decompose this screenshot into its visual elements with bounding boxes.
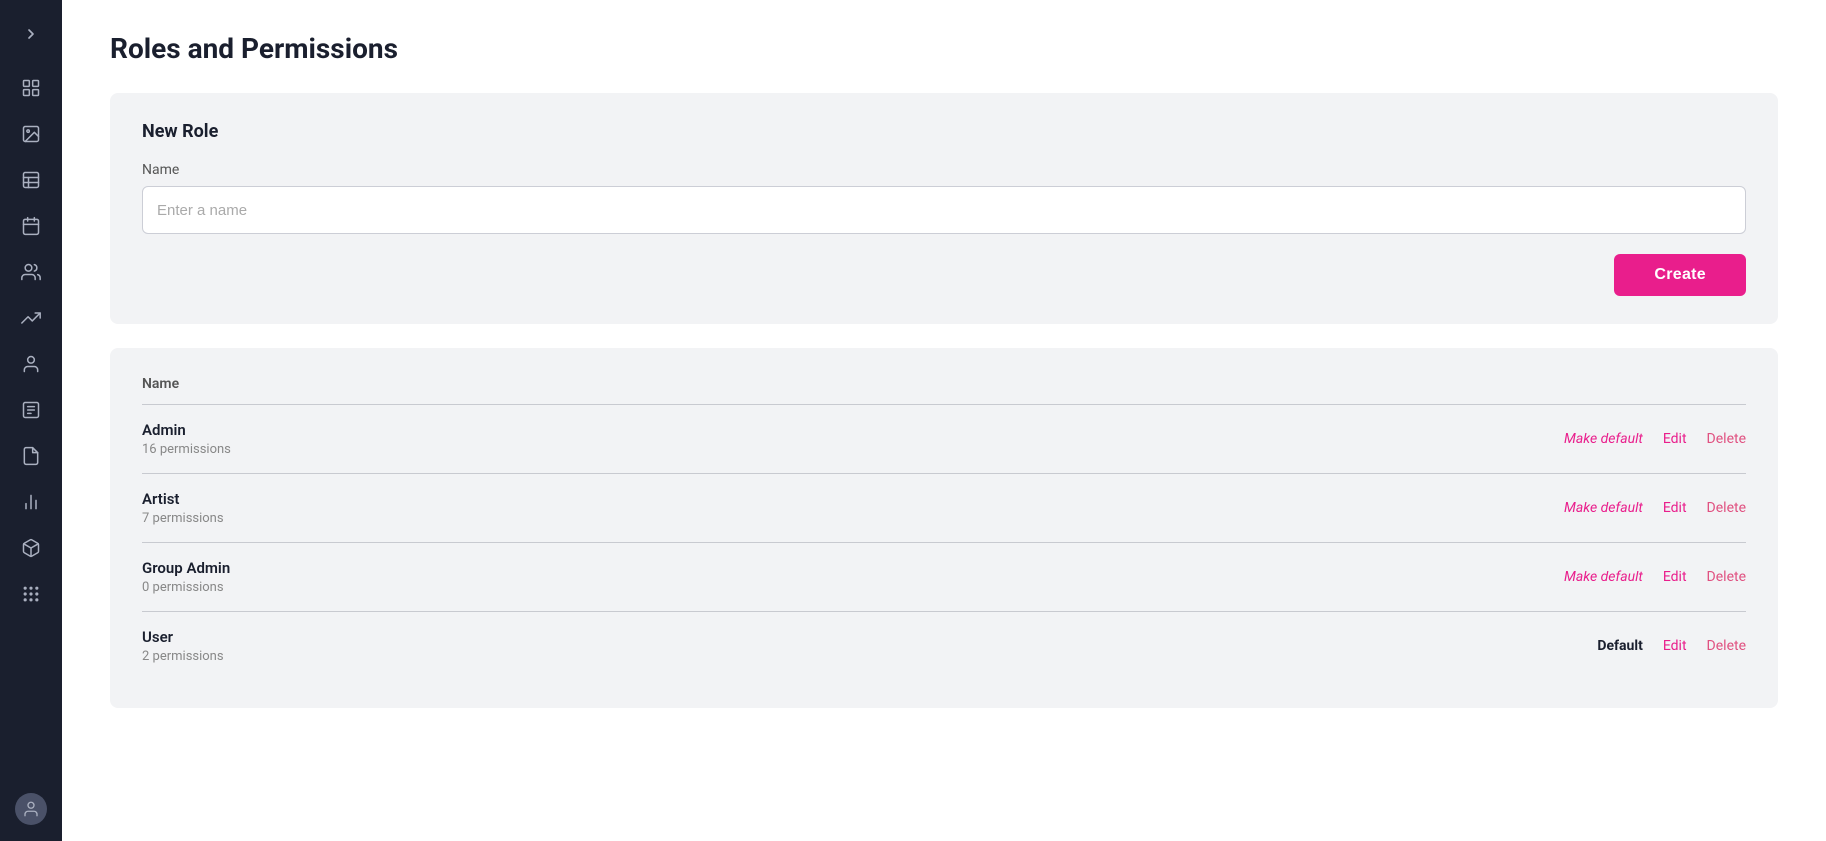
role-name-artist: Artist <box>142 490 1564 508</box>
document-icon[interactable] <box>11 436 51 476</box>
table-row: Group Admin 0 permissions Make default E… <box>142 543 1746 612</box>
row-actions-admin: Make default Edit Delete <box>1564 431 1746 447</box>
role-name-admin: Admin <box>142 421 1564 439</box>
sidebar-toggle[interactable] <box>11 16 51 52</box>
row-actions-user: Default Edit Delete <box>1563 638 1746 654</box>
row-actions-group-admin: Make default Edit Delete <box>1564 569 1746 585</box>
row-info-group-admin: Group Admin 0 permissions <box>142 559 1564 595</box>
row-info-user: User 2 permissions <box>142 628 1563 664</box>
role-perms-user: 2 permissions <box>142 649 1563 664</box>
make-default-group-admin-button[interactable]: Make default <box>1564 569 1643 585</box>
create-button[interactable]: Create <box>1614 254 1746 296</box>
role-name-group-admin: Group Admin <box>142 559 1564 577</box>
make-default-artist-button[interactable]: Make default <box>1564 500 1643 516</box>
table-header: Name <box>142 376 1746 405</box>
analytics-icon[interactable] <box>11 298 51 338</box>
row-actions-artist: Make default Edit Delete <box>1564 500 1746 516</box>
sidebar-bottom <box>15 793 47 825</box>
profile-icon[interactable] <box>11 344 51 384</box>
form-footer: Create <box>142 254 1746 296</box>
delete-artist-button[interactable]: Delete <box>1707 500 1746 516</box>
avatar[interactable] <box>15 793 47 825</box>
edit-user-button[interactable]: Edit <box>1663 638 1687 654</box>
role-perms-artist: 7 permissions <box>142 511 1564 526</box>
new-role-card: New Role Name Create <box>110 93 1778 324</box>
role-perms-admin: 16 permissions <box>142 442 1564 457</box>
edit-group-admin-button[interactable]: Edit <box>1663 569 1687 585</box>
make-default-admin-button[interactable]: Make default <box>1564 431 1643 447</box>
role-perms-group-admin: 0 permissions <box>142 580 1564 595</box>
default-badge-user: Default <box>1563 638 1643 654</box>
role-name-input[interactable] <box>142 186 1746 234</box>
column-name-header: Name <box>142 376 179 392</box>
main-content: Roles and Permissions New Role Name Crea… <box>62 0 1826 841</box>
table-row: User 2 permissions Default Edit Delete <box>142 612 1746 680</box>
delete-user-button[interactable]: Delete <box>1707 638 1746 654</box>
delete-group-admin-button[interactable]: Delete <box>1707 569 1746 585</box>
roles-table-card: Name Admin 16 permissions Make default E… <box>110 348 1778 708</box>
edit-admin-button[interactable]: Edit <box>1663 431 1687 447</box>
package-icon[interactable] <box>11 528 51 568</box>
delete-admin-button[interactable]: Delete <box>1707 431 1746 447</box>
table-row: Admin 16 permissions Make default Edit D… <box>142 405 1746 474</box>
new-role-title: New Role <box>142 121 1746 142</box>
grid-icon[interactable] <box>11 574 51 614</box>
users-icon[interactable] <box>11 252 51 292</box>
gallery-icon[interactable] <box>11 114 51 154</box>
calendar-icon[interactable] <box>11 206 51 246</box>
row-info-artist: Artist 7 permissions <box>142 490 1564 526</box>
name-label: Name <box>142 162 1746 178</box>
sidebar <box>0 0 62 841</box>
table-row: Artist 7 permissions Make default Edit D… <box>142 474 1746 543</box>
role-name-user: User <box>142 628 1563 646</box>
page-title: Roles and Permissions <box>110 32 1778 65</box>
reports2-icon[interactable] <box>11 390 51 430</box>
dashboard-icon[interactable] <box>11 68 51 108</box>
chart-icon[interactable] <box>11 482 51 522</box>
reports-icon[interactable] <box>11 160 51 200</box>
row-info-admin: Admin 16 permissions <box>142 421 1564 457</box>
edit-artist-button[interactable]: Edit <box>1663 500 1687 516</box>
